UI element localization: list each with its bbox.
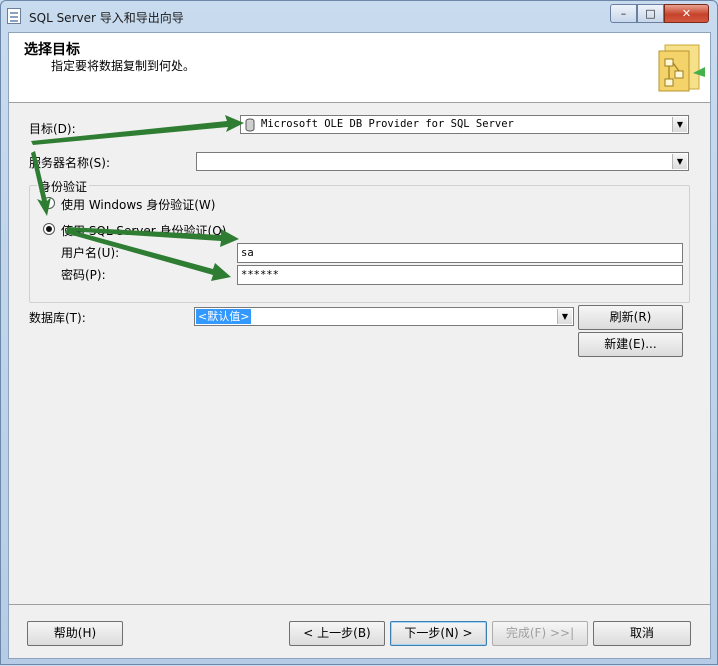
destination-value: Microsoft OLE DB Provider for SQL Server — [261, 118, 514, 130]
wizard-window: SQL Server 导入和导出向导 – □ ✕ 选择目标 指定要将数据复制到何… — [0, 0, 718, 665]
password-label: 密码(P): — [61, 268, 106, 282]
database-cylinder-icon — [245, 118, 255, 132]
auth-group-label: 身份验证 — [37, 178, 90, 195]
page-title: 选择目标 — [24, 42, 80, 58]
server-name-combo[interactable]: ▼ — [196, 152, 689, 171]
minimize-button[interactable]: – — [610, 4, 637, 23]
page-subtitle: 指定要将数据复制到何处。 — [51, 59, 196, 73]
chevron-down-icon[interactable]: ▼ — [557, 309, 572, 324]
new-database-button[interactable]: 新建(E)... — [578, 332, 683, 357]
refresh-button[interactable]: 刷新(R) — [578, 305, 683, 330]
next-button[interactable]: 下一步(N) > — [390, 621, 487, 646]
auth-windows-radio[interactable] — [43, 197, 55, 209]
chevron-down-icon[interactable]: ▼ — [672, 154, 687, 169]
maximize-button[interactable]: □ — [637, 4, 664, 23]
footer-divider — [9, 604, 710, 605]
wizard-header: 选择目标 指定要将数据复制到何处。 — [9, 33, 710, 103]
password-input[interactable]: ****** — [237, 265, 683, 285]
auth-sql-radio[interactable] — [43, 223, 55, 235]
finish-button[interactable]: 完成(F) >>| — [492, 621, 588, 646]
username-value: sa — [241, 247, 254, 259]
folder-flow-icon — [658, 44, 705, 92]
cancel-button[interactable]: 取消 — [593, 621, 691, 646]
window-title: SQL Server 导入和导出向导 — [29, 11, 184, 25]
wizard-content: 选择目标 指定要将数据复制到何处。 目标(D): Microsoft OLE D… — [8, 32, 711, 659]
back-button[interactable]: < 上一步(B) — [289, 621, 385, 646]
title-bar[interactable]: SQL Server 导入和导出向导 – □ ✕ — [1, 1, 717, 31]
username-input[interactable]: sa — [237, 243, 683, 263]
database-value: <默认值> — [196, 309, 252, 324]
database-label: 数据库(T): — [29, 311, 86, 325]
chevron-down-icon[interactable]: ▼ — [672, 117, 687, 132]
server-name-label: 服务器名称(S): — [29, 156, 111, 170]
auth-sql-label[interactable]: 使用 SQL Server 身份验证(Q) — [61, 222, 226, 239]
database-combo[interactable]: <默认值> ▼ — [194, 307, 574, 326]
help-button[interactable]: 帮助(H) — [27, 621, 123, 646]
close-button[interactable]: ✕ — [664, 4, 709, 23]
password-value: ****** — [241, 269, 279, 281]
destination-label: 目标(D): — [29, 122, 76, 136]
auth-windows-label[interactable]: 使用 Windows 身份验证(W) — [61, 196, 215, 213]
username-label: 用户名(U): — [61, 246, 120, 260]
destination-combo[interactable]: Microsoft OLE DB Provider for SQL Server… — [240, 115, 689, 134]
wizard-document-icon — [7, 8, 21, 24]
